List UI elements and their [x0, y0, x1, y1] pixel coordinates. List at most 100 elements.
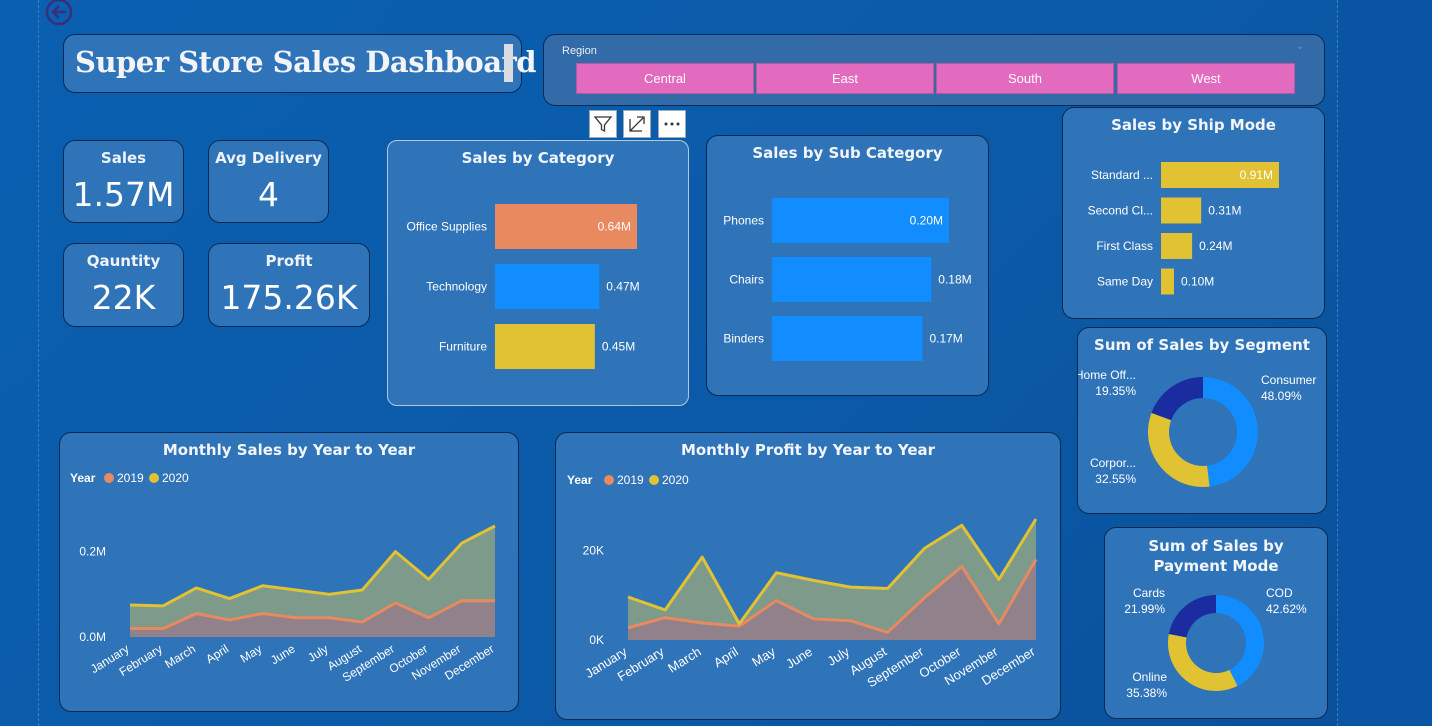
- sales-by-payment-mode-card[interactable]: Sum of Sales by Payment Mode COD 42.62% On…: [1104, 527, 1328, 719]
- donut-slice: [1148, 412, 1210, 487]
- more-options-icon: [664, 122, 680, 126]
- donut-slice: [1168, 595, 1216, 638]
- chevron-down-icon[interactable]: ⌄: [1296, 41, 1304, 52]
- slice-percent-label: 21.99%: [1124, 602, 1165, 616]
- sales-by-payment-mode-donut: COD 42.62% Online 35.38% Cards 21.99%: [1124, 586, 1307, 700]
- kpi-card-profit: Profit 175.26K: [208, 243, 370, 327]
- bar: [772, 257, 932, 302]
- data-label: 0.10M: [1181, 275, 1214, 289]
- category-label: Second Cl...: [1088, 204, 1153, 218]
- sales-by-segment-card[interactable]: Sum of Sales by Segment Consumer 48.09% Co…: [1077, 327, 1327, 514]
- slice-category-label: Online: [1132, 670, 1167, 684]
- sales-by-ship-mode-chart: Standard ... 0.91M Second Cl... 0.31M First …: [1088, 162, 1279, 295]
- donut-slice: [1168, 633, 1238, 691]
- monthly-profit-area-chart: Year 2019 20200K20KJanuaryFebruaryMarch Apr…: [567, 473, 1038, 690]
- y-tick-label: 0.0M: [79, 630, 106, 644]
- category-label: Chairs: [729, 273, 764, 287]
- data-label: 0.17M: [929, 332, 962, 346]
- sales-by-ship-mode-card[interactable]: Sales by Ship Mode Standard ... 0.91M Seco…: [1062, 107, 1325, 319]
- focus-mode-button[interactable]: [623, 110, 651, 138]
- y-tick-label: 0.2M: [79, 545, 106, 559]
- region-button-west[interactable]: West: [1117, 63, 1295, 94]
- x-tick-label: March: [162, 642, 198, 672]
- monthly-profit-card[interactable]: Monthly Profit by Year to Year Year 2019 2…: [555, 432, 1061, 720]
- bar: [1161, 268, 1174, 295]
- x-tick-label: June: [268, 642, 298, 668]
- slice-percent-label: 19.35%: [1095, 384, 1136, 398]
- legend-title: Year: [567, 473, 593, 487]
- kpi-card-avg-delivery: Avg Delivery 4: [208, 140, 329, 223]
- bar: [1161, 233, 1193, 259]
- data-label: 0.47M: [606, 280, 639, 294]
- bar: [495, 324, 595, 369]
- category-label: Binders: [723, 332, 764, 346]
- monthly-sales-card[interactable]: Monthly Sales by Year to Year Year 2019 20…: [59, 432, 519, 712]
- region-button-south[interactable]: South: [936, 63, 1114, 94]
- kpi-label: Profit: [265, 252, 313, 270]
- data-label: 0.31M: [1208, 204, 1241, 218]
- sales-by-category-chart: Office Supplies 0.64M Technology 0.47M Furni…: [407, 204, 640, 369]
- category-label: First Class: [1096, 239, 1153, 253]
- legend-marker: [104, 473, 114, 483]
- kpi-value: 175.26K: [220, 278, 358, 317]
- slice-category-label: Consumer: [1261, 373, 1316, 387]
- y-tick-label: 0K: [589, 633, 604, 647]
- category-label: Office Supplies: [407, 220, 488, 234]
- back-arrow-icon[interactable]: [44, 0, 74, 28]
- x-tick-label: April: [711, 644, 741, 671]
- slice-category-label: COD: [1266, 586, 1293, 600]
- category-label: Phones: [723, 214, 764, 228]
- region-slicer: Region ⌄ Central East South West: [543, 34, 1325, 106]
- kpi-card-sales: Sales 1.57M: [63, 140, 184, 223]
- dashboard-title: Super Store Sales Dashboard: [75, 45, 537, 79]
- data-label: 0.20M: [910, 214, 943, 228]
- legend-entry: 2020: [162, 471, 189, 485]
- kpi-label: Sales: [100, 149, 147, 167]
- region-slicer-label: Region: [562, 45, 597, 57]
- more-options-button[interactable]: [658, 110, 686, 138]
- category-label: Standard ...: [1091, 168, 1153, 182]
- x-tick-label: May: [749, 644, 778, 670]
- data-label: 0.91M: [1240, 168, 1273, 182]
- x-tick-label: May: [238, 642, 265, 666]
- legend-marker: [604, 475, 614, 485]
- kpi-value: 22K: [91, 278, 156, 317]
- kpi-value: 1.57M: [72, 175, 175, 214]
- donut-slice: [1151, 377, 1203, 421]
- slice-category-label: Corpor...: [1090, 456, 1136, 470]
- legend-title: Year: [70, 471, 96, 485]
- kpi-label: Qauntity: [86, 252, 161, 270]
- donut-slice: [1203, 377, 1258, 487]
- data-label: 0.18M: [938, 273, 971, 287]
- page-border-right: [1337, 0, 1338, 726]
- data-label: 0.64M: [598, 220, 631, 234]
- legend-entry: 2019: [617, 473, 644, 487]
- sales-by-sub-category-card[interactable]: Sales by Sub Category Phones 0.20M Chairs 0…: [706, 135, 989, 396]
- sales-by-category-card[interactable]: Sales by Category Office Supplies 0.64M Te…: [387, 140, 689, 406]
- region-button-east[interactable]: East: [756, 63, 934, 94]
- kpi-label: Avg Delivery: [215, 149, 322, 167]
- focus-mode-icon: [629, 116, 645, 132]
- slice-percent-label: 32.55%: [1095, 472, 1136, 486]
- x-tick-label: April: [203, 642, 231, 667]
- x-tick-label: June: [783, 644, 815, 672]
- legend-entry: 2020: [662, 473, 689, 487]
- bar: [495, 264, 600, 309]
- legend-marker: [649, 475, 659, 485]
- category-label: Furniture: [439, 340, 487, 354]
- sales-by-sub-category-chart: Phones 0.20M Chairs 0.18M Binders 0.17M: [723, 198, 972, 361]
- page-border-left: [38, 0, 39, 726]
- text-cursor: [504, 44, 513, 82]
- right-panel-strip: [1338, 0, 1432, 726]
- kpi-card-quantity: Qauntity 22K: [63, 243, 184, 327]
- category-label: Same Day: [1097, 275, 1153, 289]
- filter-icon: [593, 116, 613, 133]
- filter-button[interactable]: [589, 110, 617, 138]
- bar: [772, 316, 923, 361]
- y-tick-label: 20K: [583, 543, 604, 557]
- region-button-central[interactable]: Central: [576, 63, 754, 94]
- slice-percent-label: 42.62%: [1266, 602, 1307, 616]
- kpi-value: 4: [258, 175, 279, 214]
- dashboard-title-card: Super Store Sales Dashboard: [63, 34, 537, 93]
- data-label: 0.24M: [1199, 239, 1232, 253]
